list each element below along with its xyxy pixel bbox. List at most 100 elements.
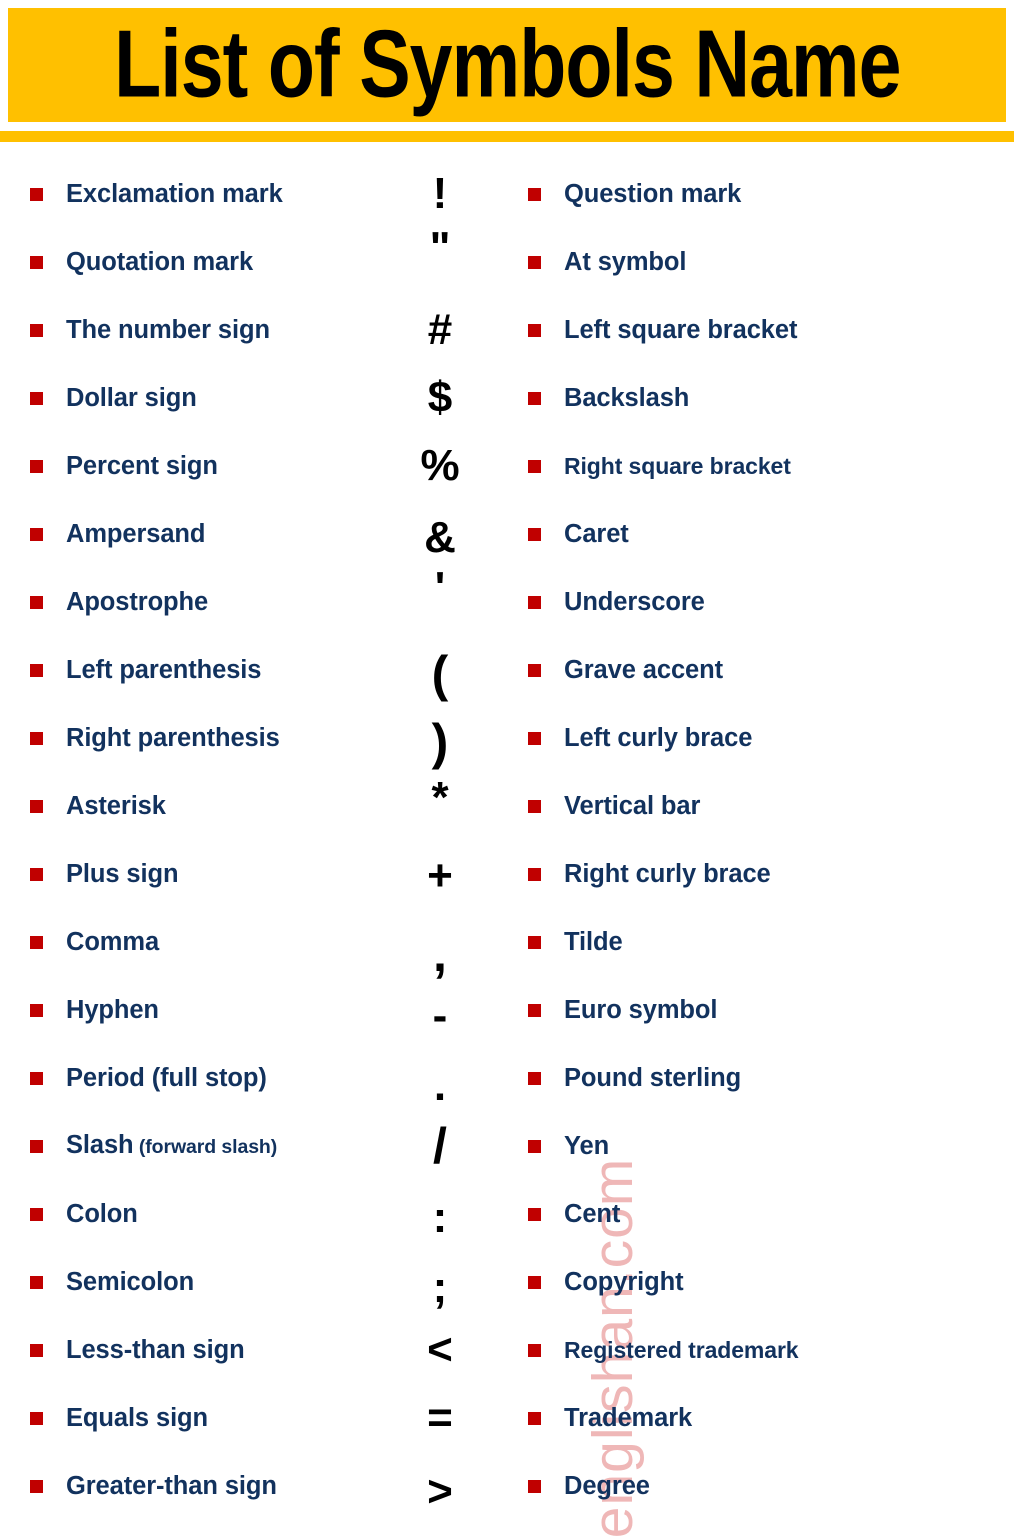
symbol-row: Euro symbol	[520, 976, 1000, 1044]
symbol-name-label: Underscore	[564, 588, 705, 616]
symbol-name-label: Tilde	[564, 928, 623, 956]
symbol-name-label: Euro symbol	[564, 996, 718, 1024]
square-bullet-icon	[528, 527, 541, 541]
symbol-row: Copyright	[520, 1248, 1000, 1316]
square-bullet-icon	[30, 1207, 43, 1221]
symbols-list-page: List of Symbols Name englishan.com Excla…	[0, 0, 1014, 1536]
symbols-column-left: Exclamation mark! Quotation mark " The numb…	[22, 160, 492, 1536]
symbol-glyph: "	[429, 223, 451, 272]
page-title: List of Symbols Name	[113, 11, 901, 118]
square-bullet-icon	[30, 527, 43, 541]
square-bullet-icon	[528, 1411, 541, 1425]
square-bullet-icon	[30, 1139, 43, 1153]
symbol-row: Cent	[520, 1180, 1000, 1248]
symbol-name-label: Copyright	[564, 1268, 684, 1296]
symbol-row: Trademark	[520, 1384, 1000, 1452]
square-bullet-icon	[528, 391, 541, 405]
symbol-name-label: Registered trademark	[564, 1337, 799, 1363]
symbol-glyph: *	[431, 773, 449, 822]
square-bullet-icon	[30, 255, 43, 269]
square-bullet-icon	[30, 1343, 43, 1357]
symbol-row: Caret	[520, 500, 1000, 568]
square-bullet-icon	[528, 1207, 541, 1221]
symbol-glyph: '	[434, 563, 446, 612]
symbol-row: Question mark	[520, 160, 1000, 228]
square-bullet-icon	[528, 799, 541, 813]
symbol-name-label: Vertical bar	[564, 792, 701, 820]
symbol-glyph: /	[433, 1118, 447, 1174]
symbol-name-label: Caret	[564, 520, 629, 548]
square-bullet-icon	[528, 187, 541, 201]
symbol-name-label: Cent	[564, 1200, 621, 1228]
symbol-glyph: -	[432, 991, 448, 1040]
symbol-row: Left curly brace	[520, 704, 1000, 772]
symbol-row: Tilde	[520, 908, 1000, 976]
square-bullet-icon	[528, 1003, 541, 1017]
header-divider-rule	[0, 131, 1014, 142]
square-bullet-icon	[30, 1071, 43, 1085]
square-bullet-icon	[528, 663, 541, 677]
symbol-name-label: Degree	[564, 1472, 650, 1500]
square-bullet-icon	[528, 459, 541, 473]
symbol-row: At symbol	[520, 228, 1000, 296]
symbol-glyph: %	[420, 441, 460, 490]
square-bullet-icon	[30, 1479, 43, 1493]
symbol-glyph: +	[427, 851, 453, 900]
symbol-row: Backslash	[520, 364, 1000, 432]
symbol-name-label: Pound sterling	[564, 1064, 742, 1092]
symbol-row: Pound sterling	[520, 1044, 1000, 1112]
symbol-glyph: )	[431, 714, 449, 770]
symbol-glyph: #	[427, 305, 453, 354]
square-bullet-icon	[528, 255, 541, 269]
symbol-row: Right square bracket	[520, 432, 1000, 500]
square-bullet-icon	[528, 1071, 541, 1085]
square-bullet-icon	[528, 1343, 541, 1357]
symbol-name-label: Grave accent	[564, 656, 723, 684]
square-bullet-icon	[30, 595, 43, 609]
square-bullet-icon	[528, 323, 541, 337]
square-bullet-icon	[30, 391, 43, 405]
symbols-columns: Exclamation mark! Quotation mark " The numb…	[0, 160, 1014, 1536]
square-bullet-icon	[528, 595, 541, 609]
header-banner: List of Symbols Name	[8, 8, 1006, 122]
symbols-column-right: Question mark?At symbol@Left square brac…	[520, 160, 1000, 1536]
symbol-glyph: =	[427, 1393, 453, 1442]
square-bullet-icon	[528, 867, 541, 881]
symbol-glyph: :	[432, 1193, 448, 1242]
symbol-name-label: Right square bracket	[564, 453, 791, 479]
symbol-glyph: ;	[432, 1263, 448, 1312]
square-bullet-icon	[30, 1411, 43, 1425]
square-bullet-icon	[528, 1139, 541, 1153]
symbol-glyph: ,	[433, 926, 447, 982]
symbol-name-label: Question mark	[564, 180, 742, 208]
square-bullet-icon	[30, 459, 43, 473]
symbol-glyph: &	[424, 513, 456, 562]
symbol-row: Registered trademark	[520, 1316, 1000, 1384]
square-bullet-icon	[30, 731, 43, 745]
symbol-glyph: (	[431, 646, 449, 702]
square-bullet-icon	[528, 1479, 541, 1493]
symbol-row: Right curly brace	[520, 840, 1000, 908]
symbol-name-label: Yen	[564, 1132, 610, 1160]
square-bullet-icon	[528, 1275, 541, 1289]
square-bullet-icon	[30, 187, 43, 201]
symbol-glyph: !	[432, 169, 448, 218]
square-bullet-icon	[30, 867, 43, 881]
symbol-glyph: .	[433, 1061, 447, 1110]
square-bullet-icon	[528, 935, 541, 949]
symbol-row: Yen	[520, 1112, 1000, 1180]
symbol-name-label: At symbol	[564, 248, 687, 276]
symbol-name-label: Left square bracket	[564, 316, 798, 344]
symbol-name-sublabel: (forward slash)	[133, 1136, 278, 1158]
symbol-glyph: <	[427, 1325, 453, 1374]
symbol-row: Grave accent	[520, 636, 1000, 704]
square-bullet-icon	[30, 1003, 43, 1017]
symbol-row: Underscore	[520, 568, 1000, 636]
symbol-glyph: $	[427, 373, 453, 422]
symbol-glyph: >	[427, 1467, 453, 1516]
symbol-row: Left square bracket	[520, 296, 1000, 364]
square-bullet-icon	[30, 799, 43, 813]
symbol-name-label: Left curly brace	[564, 724, 753, 752]
square-bullet-icon	[30, 323, 43, 337]
symbol-row: Vertical bar	[520, 772, 1000, 840]
